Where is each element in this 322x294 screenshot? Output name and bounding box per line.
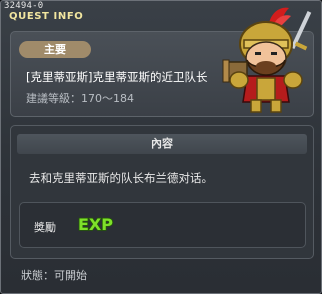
quest-status: 狀態：可開始 <box>21 269 87 282</box>
quest-type-badge: 主要 <box>19 41 91 58</box>
quest-detail-panel: 內容 去和克里蒂亚斯的队长布兰德对话。 獎勵 EXP <box>10 125 314 259</box>
quest-id: 32494-0 <box>4 1 44 11</box>
quest-info-window: 32494-0 QUEST INFO 主要 [克里蒂亚斯]克里蒂亚斯的近卫队长 … <box>0 0 322 294</box>
reward-label: 獎勵 <box>34 221 56 234</box>
recommended-level: 建議等級：170～184 <box>26 92 134 105</box>
window-title: QUEST INFO <box>9 11 84 22</box>
content-header: 內容 <box>17 134 307 154</box>
exp-text: EXP <box>78 215 113 234</box>
reward-box: 獎勵 EXP <box>19 202 306 248</box>
content-text: 去和克里蒂亚斯的队长布兰德对话。 <box>29 171 213 185</box>
armored-knight-npc-icon <box>222 7 312 113</box>
exp-icon: EXP <box>77 214 114 235</box>
quest-name: [克里蒂亚斯]克里蒂亚斯的近卫队长 <box>26 70 208 84</box>
